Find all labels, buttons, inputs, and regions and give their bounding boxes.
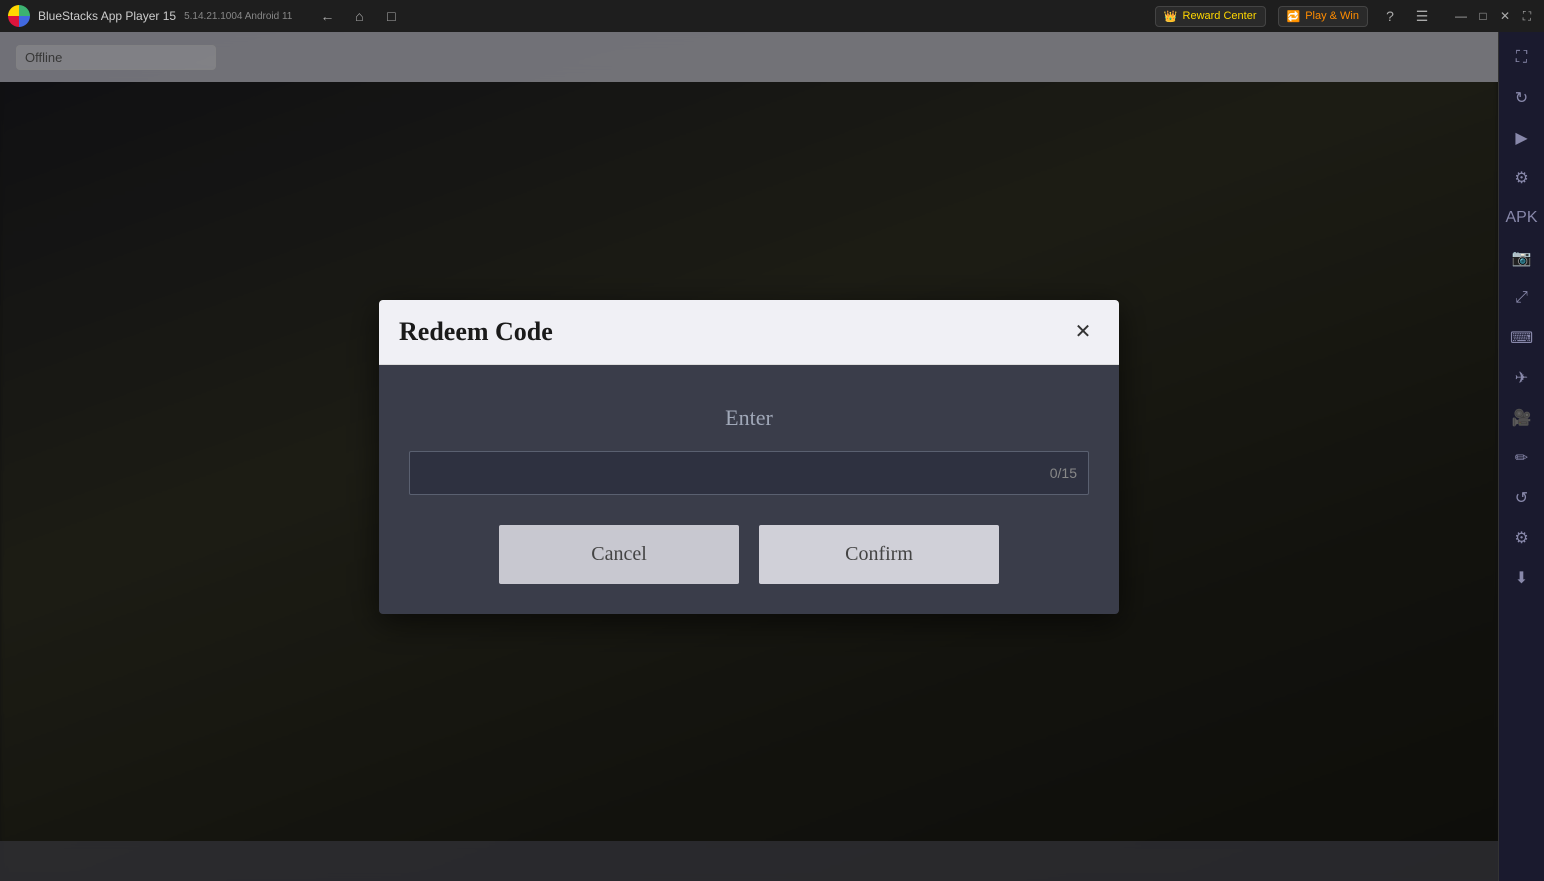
expand-button[interactable]: ⛶ — [1518, 7, 1536, 25]
sidebar-play-icon[interactable]: ▶ — [1504, 120, 1540, 156]
menu-button[interactable]: ☰ — [1412, 6, 1432, 26]
minimize-button[interactable]: — — [1452, 7, 1470, 25]
help-button[interactable]: ? — [1380, 6, 1400, 26]
close-button[interactable]: ✕ — [1496, 7, 1514, 25]
sidebar-resize-icon[interactable]: ⤢ — [1504, 280, 1540, 316]
sidebar-camera-icon[interactable]: 🎥 — [1504, 400, 1540, 436]
cancel-button[interactable]: Cancel — [499, 525, 739, 584]
redeem-code-dialog: Redeem Code ✕ Enter 0/15 Cancel Confirm — [379, 300, 1119, 614]
sidebar-apk-icon[interactable]: APK — [1504, 200, 1540, 236]
reward-center-button[interactable]: 👑 Reward Center — [1155, 6, 1266, 27]
titlebar-right: 👑 Reward Center 🔁 Play & Win ? ☰ — □ ✕ ⛶ — [1155, 6, 1536, 27]
maximize-button[interactable]: □ — [1474, 7, 1492, 25]
dialog-enter-label: Enter — [725, 405, 773, 431]
titlebar: BlueStacks App Player 15 5.14.21.1004 An… — [0, 0, 1544, 32]
sidebar-location-icon[interactable]: ✈ — [1504, 360, 1540, 396]
nav-copy-button[interactable]: □ — [380, 5, 402, 27]
app-name: BlueStacks App Player 15 — [38, 9, 176, 23]
sidebar-gear-icon[interactable]: ⚙ — [1504, 520, 1540, 556]
reward-crown-icon: 👑 — [1164, 10, 1178, 23]
sidebar-download-icon[interactable]: ⬇ — [1504, 560, 1540, 596]
sidebar-brush-icon[interactable]: ✏ — [1504, 440, 1540, 476]
sidebar-sync-icon[interactable]: ↻ — [1504, 80, 1540, 116]
dialog-title: Redeem Code — [399, 317, 553, 347]
play-win-button[interactable]: 🔁 Play & Win — [1278, 6, 1369, 27]
reward-center-label: Reward Center — [1183, 10, 1257, 22]
titlebar-nav: ← ⌂ □ — [316, 5, 402, 27]
dialog-close-button[interactable]: ✕ — [1067, 316, 1099, 348]
dialog-body: Enter 0/15 — [379, 365, 1119, 525]
right-sidebar: ⛶ ↻ ▶ ⚙ APK 📷 ⤢ ⌨ ✈ 🎥 ✏ ↺ ⚙ ⬇ — [1498, 32, 1544, 881]
sidebar-screenshot-icon[interactable]: 📷 — [1504, 240, 1540, 276]
confirm-button[interactable]: Confirm — [759, 525, 999, 584]
sidebar-keyboard-icon[interactable]: ⌨ — [1504, 320, 1540, 356]
dialog-overlay: Redeem Code ✕ Enter 0/15 Cancel Confirm — [0, 32, 1498, 881]
sidebar-settings-icon[interactable]: ⚙ — [1504, 160, 1540, 196]
sidebar-expand-icon[interactable]: ⛶ — [1504, 40, 1540, 76]
dialog-input-wrapper: 0/15 — [409, 451, 1089, 495]
nav-back-button[interactable]: ← — [316, 5, 338, 27]
app-version: 5.14.21.1004 Android 11 — [184, 11, 292, 22]
window-controls: — □ ✕ ⛶ — [1452, 7, 1536, 25]
play-win-coin-icon: 🔁 — [1287, 10, 1301, 23]
redeem-code-input[interactable] — [409, 451, 1089, 495]
nav-home-button[interactable]: ⌂ — [348, 5, 370, 27]
play-win-label: Play & Win — [1305, 10, 1359, 22]
bluestacks-logo — [8, 5, 30, 27]
dialog-header: Redeem Code ✕ — [379, 300, 1119, 365]
dialog-footer: Cancel Confirm — [379, 525, 1119, 614]
main-content: Redeem Code ✕ Enter 0/15 Cancel Confirm — [0, 32, 1498, 881]
sidebar-refresh-icon[interactable]: ↺ — [1504, 480, 1540, 516]
